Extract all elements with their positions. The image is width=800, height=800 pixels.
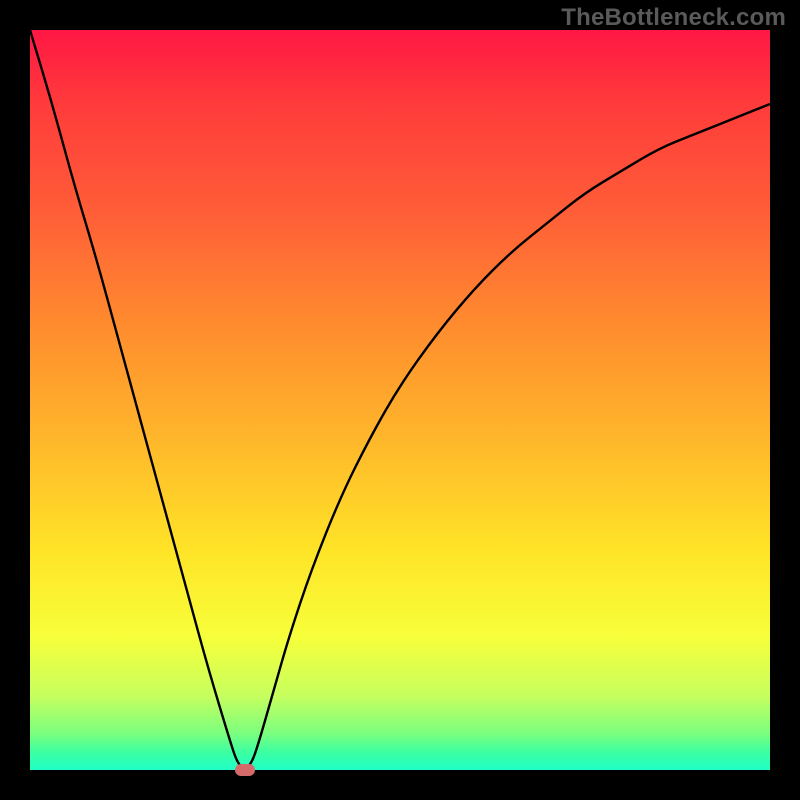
gradient-rect (30, 30, 770, 770)
watermark-text: TheBottleneck.com (561, 4, 786, 32)
chart-frame: TheBottleneck.com (0, 0, 800, 800)
plot-area (30, 30, 770, 770)
plot-svg (30, 30, 770, 770)
optimal-point-marker (235, 764, 255, 776)
